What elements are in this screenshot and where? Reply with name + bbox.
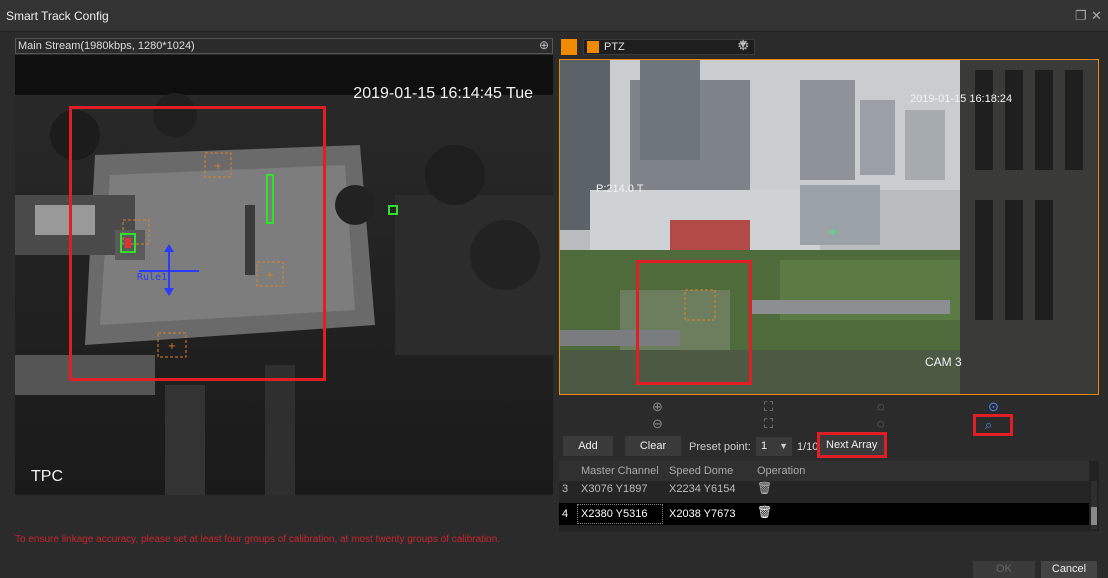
calibration-table: Master Channel Speed Dome Operation 3 X3…	[559, 461, 1099, 531]
cam-label: CAM 3	[925, 355, 962, 369]
thermal-video-view[interactable]: + + + Rule1 2019-01-15 16:14:45 Tue TPC	[15, 55, 553, 495]
zoom-out-icon[interactable]: ⊖	[652, 416, 663, 432]
calibration-hint: To ensure linkage accuracy, please set a…	[15, 534, 501, 545]
window-title: Smart Track Config	[6, 9, 109, 23]
svg-text:+: +	[828, 225, 838, 239]
right-timestamp: 2019-01-15 16:18:24	[910, 93, 1012, 105]
left-timestamp: 2019-01-15 16:14:45 Tue	[353, 85, 533, 102]
row-index: 3	[562, 483, 569, 495]
column-header: Speed Dome	[669, 465, 734, 477]
iris-close-icon[interactable]: ◌	[877, 416, 885, 431]
gear-icon[interactable]: ⚙	[737, 37, 750, 54]
table-row[interactable]: 3 X3076 Y1897 X2234 Y6154 🗑	[559, 481, 1089, 503]
ptz-video-view[interactable]: + 2019-01-15 16:18:24 P:214.0 T CAM 3	[559, 59, 1099, 395]
trash-icon[interactable]: 🗑	[757, 505, 772, 519]
ptz-position-overlay: P:214.0 T	[596, 183, 644, 195]
dome-coord: X2234 Y6154	[669, 483, 736, 495]
next-array-highlight: Next Array	[817, 432, 887, 458]
column-header: Operation	[757, 465, 806, 477]
zoom-in-icon[interactable]: ⊕	[652, 399, 663, 415]
trash-icon[interactable]: 🗑	[757, 481, 772, 495]
scrollbar-thumb[interactable]	[1091, 507, 1097, 525]
focus-far-icon[interactable]: ⛶	[764, 416, 773, 432]
area-zoom-icon[interactable]: ⌕	[985, 417, 992, 433]
area-zoom-highlight: ⌕	[973, 414, 1013, 436]
clear-button[interactable]: Clear	[625, 436, 681, 456]
title-bar: Smart Track Config ❐ ✕	[0, 0, 1108, 32]
row-index: 4	[562, 508, 569, 520]
master-coord: X3076 Y1897	[581, 483, 648, 495]
mouse-locate-icon[interactable]: ⊙	[988, 399, 999, 415]
color-swatch	[561, 39, 577, 55]
iris-open-icon[interactable]: ◌	[877, 399, 885, 414]
master-calibration-area[interactable]	[69, 106, 326, 381]
channel-value: PTZ	[604, 41, 625, 53]
table-row[interactable]: 4 X2380 Y5316 X2038 Y7673 🗑	[559, 503, 1089, 525]
preset-value: 1	[761, 440, 768, 452]
master-coord[interactable]: X2380 Y5316	[577, 504, 663, 524]
cancel-button[interactable]: Cancel	[1041, 561, 1097, 578]
close-icon[interactable]: ✕	[1091, 8, 1102, 24]
channel-select[interactable]: PTZ ▼	[583, 39, 755, 55]
focus-near-icon[interactable]: ⛶	[764, 399, 773, 415]
channel-swatch	[587, 41, 599, 53]
stream-label: Main Stream(1980kbps, 1280*1024)	[18, 40, 195, 52]
camera-label: TPC	[31, 468, 63, 485]
preset-label: Preset point:	[689, 441, 751, 453]
preset-count: 1/10	[797, 441, 819, 453]
table-header: Master Channel Speed Dome Operation	[559, 461, 1089, 481]
ok-button[interactable]: OK	[973, 561, 1035, 578]
add-button[interactable]: Add	[563, 436, 613, 456]
table-scrollbar[interactable]	[1091, 481, 1097, 529]
dome-calibration-area[interactable]	[636, 260, 752, 385]
chevron-down-icon: ▼	[779, 441, 788, 451]
zoom-icon[interactable]: ⊕	[539, 38, 549, 52]
main-stream-header: Main Stream(1980kbps, 1280*1024) ⊕	[15, 38, 553, 54]
next-array-button[interactable]: Next Array	[826, 439, 877, 451]
restore-icon[interactable]: ❐	[1075, 8, 1087, 24]
ptz-header: PTZ ▼ ⚙	[559, 37, 1099, 57]
column-header: Master Channel	[581, 465, 659, 477]
dome-coord: X2038 Y7673	[669, 508, 736, 520]
preset-select[interactable]: 1 ▼	[756, 437, 792, 456]
